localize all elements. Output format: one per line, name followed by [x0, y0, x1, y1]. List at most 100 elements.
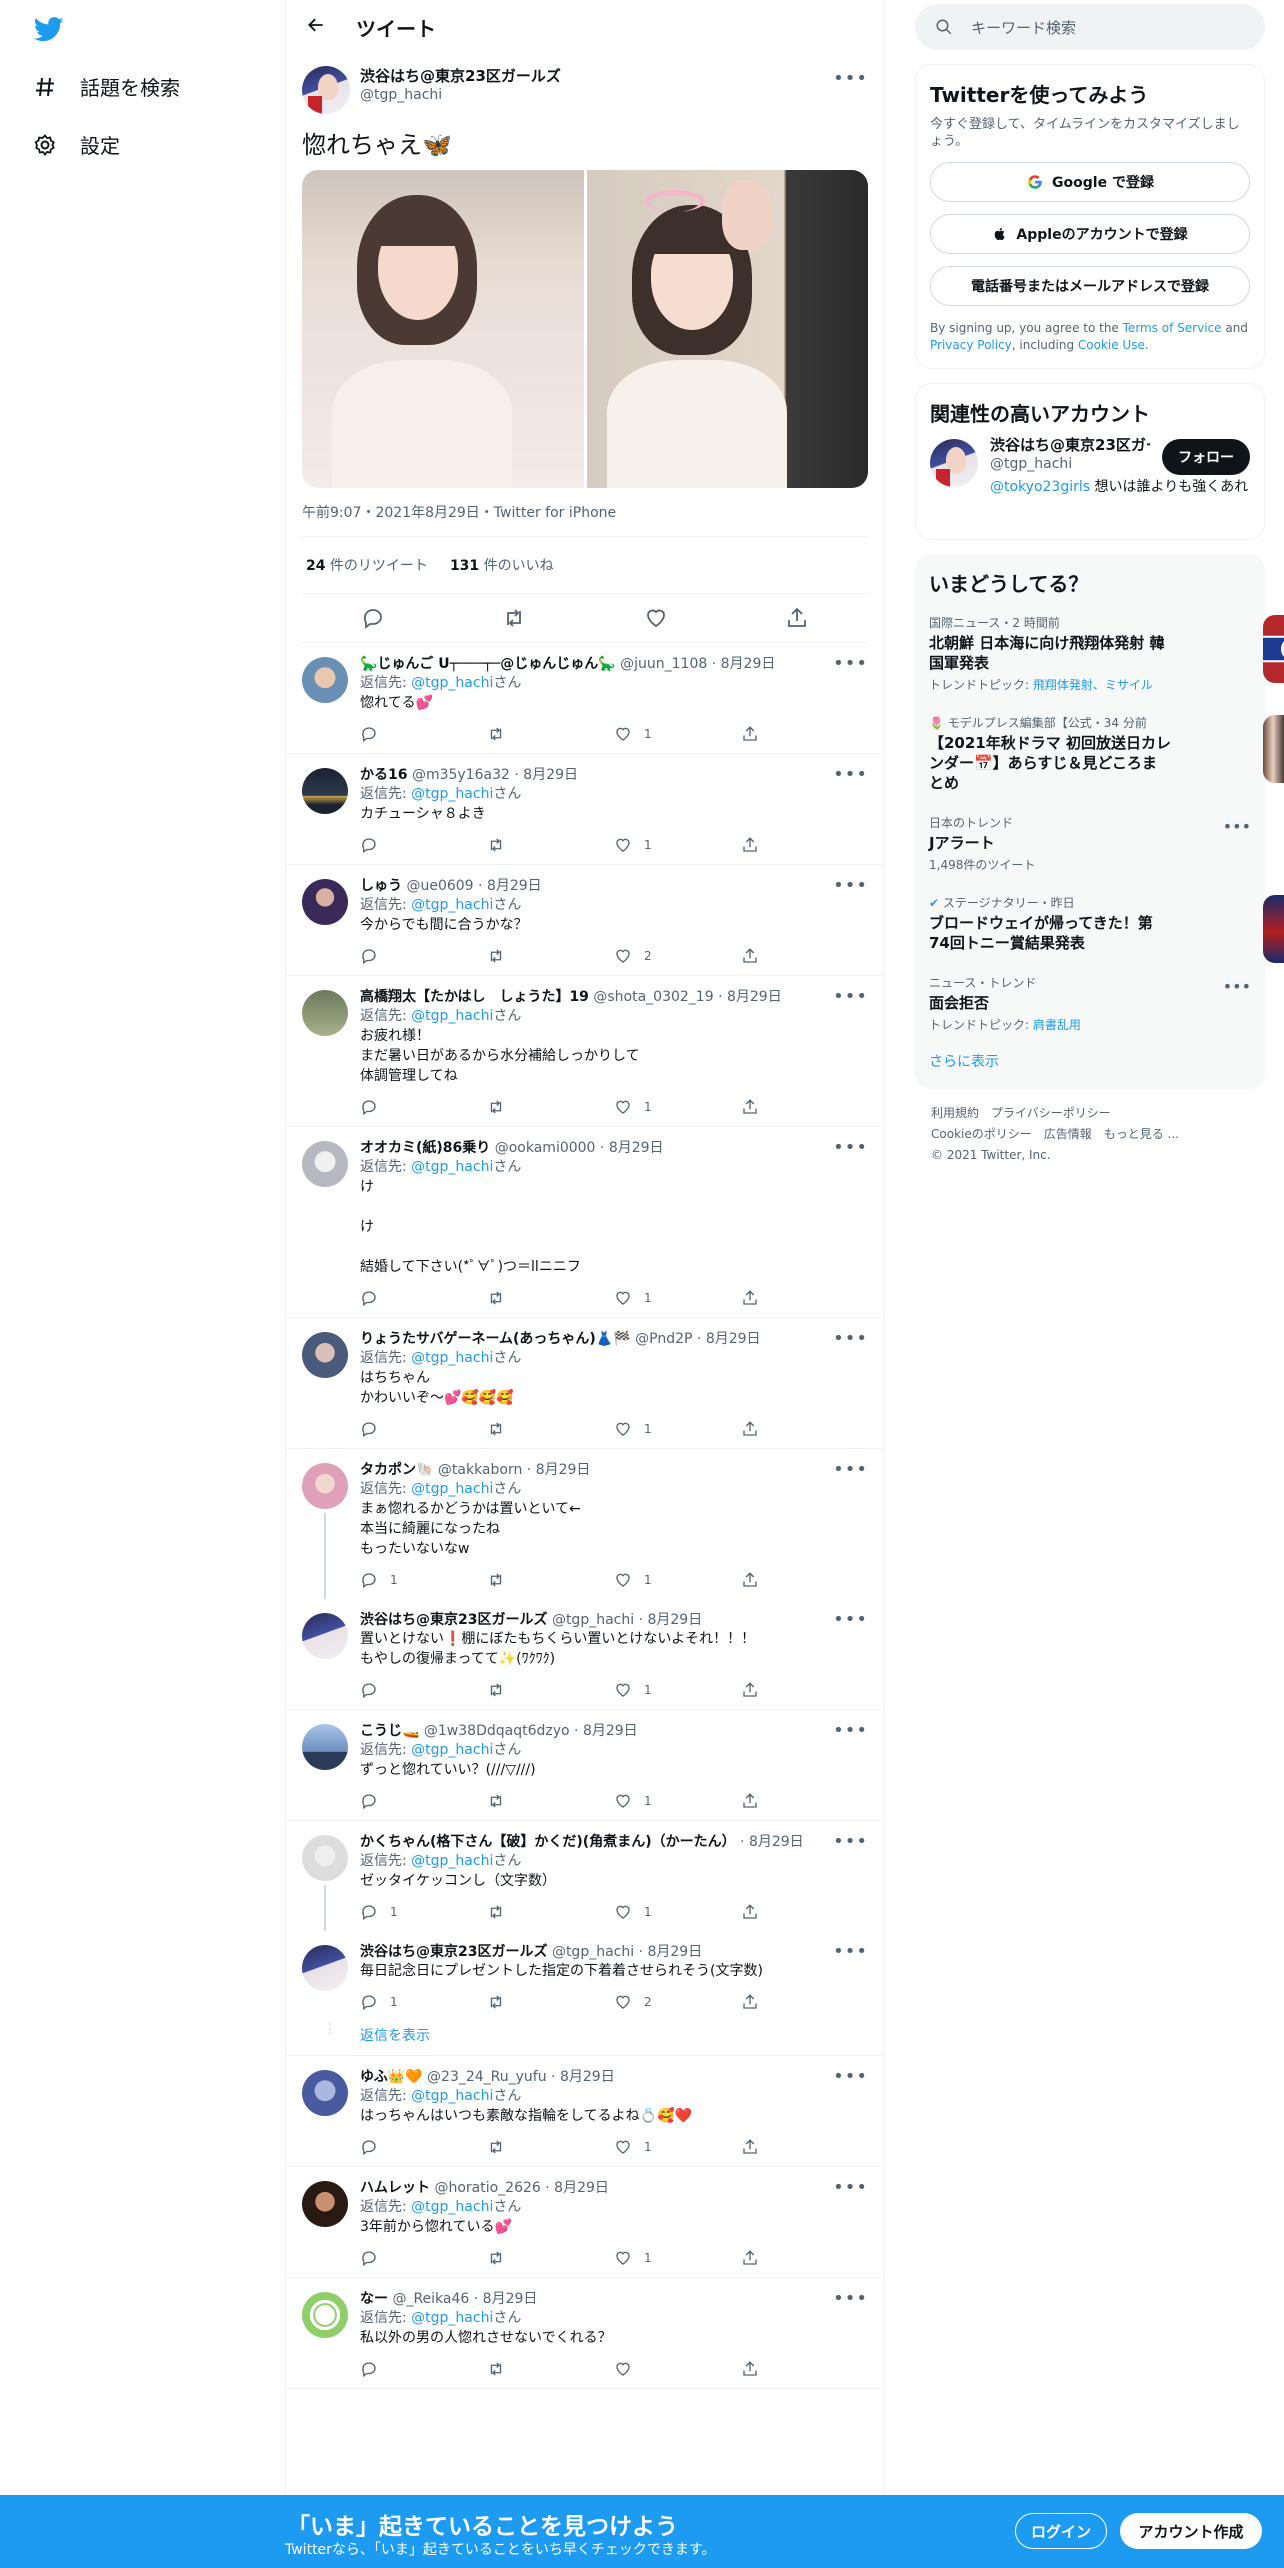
reply-to-link[interactable]: @tgp_hachi: [411, 1159, 493, 1175]
retweet-button[interactable]: [487, 1571, 614, 1589]
more-icon[interactable]: •••: [833, 653, 868, 674]
like-button[interactable]: [614, 2360, 741, 2378]
reply-button[interactable]: [360, 2249, 487, 2267]
avatar[interactable]: [302, 990, 348, 1036]
like-button[interactable]: 1: [614, 1681, 741, 1699]
reply-button[interactable]: [360, 1420, 487, 1438]
search-input[interactable]: キーワード検索: [971, 17, 1076, 38]
trend-item[interactable]: ニュース・トレンド 面会拒否 トレンドトピック: 肩書乱用 •••: [929, 965, 1251, 1045]
more-icon[interactable]: •••: [1223, 817, 1251, 836]
reply-author-name[interactable]: 渋谷はち@東京23区ガールズ: [360, 1944, 547, 1960]
reply-date[interactable]: 8月29日: [554, 2180, 609, 2196]
retweet-button[interactable]: [487, 1903, 614, 1921]
reply-to-link[interactable]: @tgp_hachi: [411, 1481, 493, 1497]
related-bio-link[interactable]: @tokyo23girls: [990, 479, 1090, 495]
reply-author-handle[interactable]: @ookami0000: [495, 1140, 596, 1156]
reply-author-handle[interactable]: @23_24_Ru_yufu: [427, 2069, 547, 2085]
reply-date[interactable]: 8月29日: [647, 1944, 702, 1960]
reply-tweet[interactable]: ••• 高橋翔太【たかはし しょうた】19 @shota_0302_19 · 8月…: [286, 976, 884, 1127]
retweet-button[interactable]: [487, 1420, 614, 1438]
reply-author-name[interactable]: オオカミ(紙)86乗り: [360, 1140, 490, 1156]
reply-date[interactable]: 8月29日: [536, 1462, 591, 1478]
avatar[interactable]: [302, 1945, 348, 1991]
author-name[interactable]: 渋谷はち@東京23区ガールズ: [360, 66, 868, 86]
share-button[interactable]: [741, 1571, 868, 1589]
trend-item[interactable]: ✔ ステージナタリー・昨日 ブロードウェイが帰ってきた！第74回トニー賞結果発表: [929, 885, 1284, 965]
tweet-meta[interactable]: 午前9:07・2021年8月29日・Twitter for iPhone: [302, 502, 868, 537]
reply-date[interactable]: 8月29日: [583, 1723, 638, 1739]
reply-author-name[interactable]: なー: [360, 2291, 388, 2307]
share-button[interactable]: [741, 725, 868, 743]
reply-author-handle[interactable]: @ue0609: [406, 878, 473, 894]
more-icon[interactable]: •••: [833, 2066, 868, 2087]
photo-2[interactable]: [586, 170, 868, 488]
reply-tweet[interactable]: ••• ゆふ👑🧡 @23_24_Ru_yufu · 8月29日 返信先: @tgp_…: [286, 2056, 884, 2167]
reply-button[interactable]: [360, 1289, 487, 1307]
apple-signup-button[interactable]: Appleのアカウントで登録: [930, 214, 1250, 254]
avatar[interactable]: [302, 1332, 348, 1378]
like-button[interactable]: 1: [614, 1289, 741, 1307]
reply-tweet[interactable]: ••• オオカミ(紙)86乗り @ookami0000 · 8月29日 返信先: @…: [286, 1127, 884, 1318]
retweet-button[interactable]: [487, 1993, 614, 2011]
reply-icon[interactable]: [361, 606, 385, 630]
retweet-button[interactable]: [487, 836, 614, 854]
reply-to-link[interactable]: @tgp_hachi: [411, 1008, 493, 1024]
reply-button[interactable]: [360, 725, 487, 743]
reply-to-link[interactable]: @tgp_hachi: [411, 1350, 493, 1366]
reply-button[interactable]: 1: [360, 1993, 487, 2011]
back-arrow-icon[interactable]: [306, 15, 326, 39]
reply-author-handle[interactable]: @shota_0302_19: [593, 989, 713, 1005]
reply-author-handle[interactable]: @1w38Ddqaqt6dzyo: [424, 1723, 570, 1739]
reply-button[interactable]: [360, 1792, 487, 1810]
reply-tweet[interactable]: ••• しゅう @ue0609 · 8月29日 返信先: @tgp_hachiさん今…: [286, 865, 884, 976]
share-button[interactable]: [741, 1289, 868, 1307]
reply-author-handle[interactable]: @takkaborn: [438, 1462, 522, 1478]
reply-tweet[interactable]: ••• 渋谷はち@東京23区ガールズ @tgp_hachi · 8月29日 置いとけ…: [286, 1599, 884, 1710]
more-icon[interactable]: •••: [833, 1328, 868, 1349]
more-icon[interactable]: •••: [1223, 977, 1251, 996]
reply-author-handle[interactable]: @m35y16a32: [412, 767, 510, 783]
share-button[interactable]: [741, 1903, 868, 1921]
reply-to-link[interactable]: @tgp_hachi: [411, 1742, 493, 1758]
reply-to-link[interactable]: @tgp_hachi: [411, 1853, 493, 1869]
like-button[interactable]: 1: [614, 2249, 741, 2267]
reply-author-handle[interactable]: @juun_1108: [620, 656, 707, 672]
share-button[interactable]: [741, 1098, 868, 1116]
follow-button[interactable]: フォロー: [1162, 439, 1250, 475]
reply-date[interactable]: 8月29日: [523, 767, 578, 783]
author-handle[interactable]: @tgp_hachi: [360, 86, 868, 104]
more-icon[interactable]: •••: [833, 2177, 868, 2198]
reply-to-link[interactable]: @tgp_hachi: [411, 2310, 493, 2326]
avatar[interactable]: [302, 1724, 348, 1770]
reply-to-link[interactable]: @tgp_hachi: [411, 2199, 493, 2215]
reply-to-link[interactable]: @tgp_hachi: [411, 2088, 493, 2104]
share-button[interactable]: [741, 836, 868, 854]
reply-author-handle[interactable]: @tgp_hachi: [552, 1944, 634, 1960]
reply-date[interactable]: 8月29日: [487, 878, 542, 894]
more-icon[interactable]: •••: [833, 875, 868, 896]
nav-explore[interactable]: 話題を検索: [32, 72, 180, 101]
reply-author-name[interactable]: ハムレット: [360, 2180, 430, 2196]
like-button[interactable]: 1: [614, 1098, 741, 1116]
reply-button[interactable]: 1: [360, 1571, 487, 1589]
like-icon[interactable]: [644, 606, 668, 630]
reply-author-name[interactable]: タカポン🐚: [360, 1462, 433, 1478]
avatar[interactable]: [302, 768, 348, 814]
reply-author-name[interactable]: こうじ🚤: [360, 1723, 419, 1739]
reply-tweet[interactable]: ••• ハムレット @horatio_2626 · 8月29日 返信先: @tgp_…: [286, 2167, 884, 2278]
avatar[interactable]: [302, 1463, 348, 1509]
reply-to-link[interactable]: @tgp_hachi: [411, 675, 493, 691]
share-button[interactable]: [741, 1681, 868, 1699]
more-icon[interactable]: •••: [833, 1459, 868, 1480]
more-icon[interactable]: •••: [833, 2288, 868, 2309]
share-button[interactable]: [741, 2360, 868, 2378]
like-button[interactable]: 1: [614, 836, 741, 854]
cookie-link[interactable]: Cookie Use: [1078, 338, 1145, 352]
retweet-button[interactable]: [487, 2138, 614, 2156]
reply-tweet[interactable]: ••• 🦕じゅんご ᑌ┬───┬─@じゅんじゅん🦕 @juun_1108 · 8月…: [286, 643, 884, 754]
retweet-button[interactable]: [487, 2360, 614, 2378]
footer-links[interactable]: 利用規約 プライバシーポリシー: [931, 1103, 1249, 1124]
search-box[interactable]: キーワード検索: [915, 4, 1265, 50]
share-button[interactable]: [741, 1420, 868, 1438]
reply-tweet[interactable]: ••• タカポン🐚 @takkaborn · 8月29日 返信先: @tgp_hac…: [286, 1449, 884, 1599]
